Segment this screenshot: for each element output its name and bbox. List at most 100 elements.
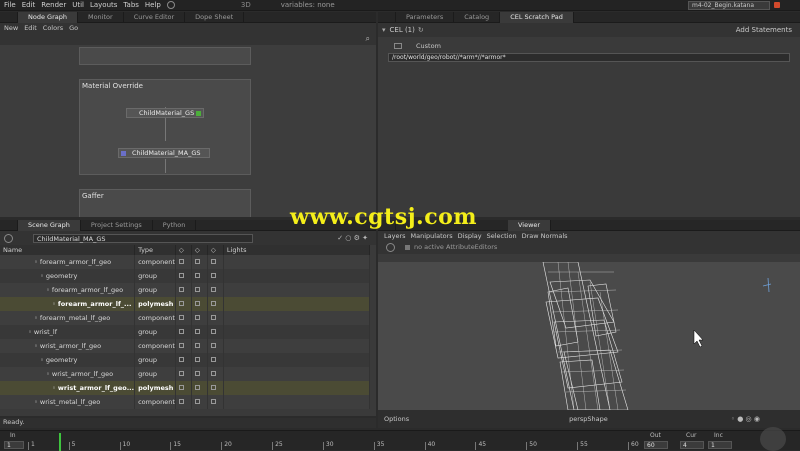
checkbox-icon[interactable] — [178, 315, 184, 320]
menu-file[interactable]: File — [4, 1, 16, 9]
add-statements-button[interactable]: Add Statements — [736, 26, 792, 34]
render-icon[interactable] — [166, 1, 175, 9]
checkbox-icon[interactable] — [178, 371, 184, 376]
ng-menu-new[interactable]: New — [4, 24, 18, 32]
record-icon[interactable] — [774, 2, 780, 8]
col-render-icon[interactable]: ◇ — [207, 245, 224, 255]
viewer-menu-selection[interactable]: Selection — [487, 232, 517, 240]
checkbox-icon[interactable] — [210, 329, 216, 334]
checkbox-icon[interactable] — [210, 371, 216, 376]
checkbox-icon[interactable] — [210, 273, 216, 278]
tab-python[interactable]: Python — [153, 220, 197, 231]
col-type[interactable]: Type — [134, 245, 176, 255]
checkbox-icon[interactable] — [194, 329, 200, 334]
checkbox-icon[interactable] — [178, 273, 184, 278]
viewer-controls-icon[interactable]: ◦ ● ◎ ◉ — [731, 415, 760, 423]
checkbox-icon[interactable] — [194, 343, 200, 348]
table-row[interactable]: ◦ forearm_armor_lf_geo component — [0, 255, 371, 269]
checkbox-icon[interactable] — [210, 301, 216, 306]
checkbox-icon[interactable] — [210, 259, 216, 264]
checkbox-icon[interactable] — [178, 343, 184, 348]
checkbox-icon[interactable] — [210, 343, 216, 348]
col-name[interactable]: Name — [0, 245, 136, 255]
node-graph-canvas[interactable]: Material Override ChildMaterial_GS Child… — [0, 45, 376, 217]
row-name-cell[interactable]: ◦ wrist_armor_lf_geo... — [0, 381, 136, 395]
timeline-ruler[interactable]: 1 5 10 15 20 25 30 35 40 45 50 55 60 — [28, 431, 640, 451]
scene-graph-node-field[interactable]: ChildMaterial_MA_GS — [33, 233, 253, 243]
tab-cel-scratch-pad[interactable]: CEL Scratch Pad — [500, 12, 574, 23]
checkbox-icon[interactable] — [194, 399, 200, 404]
menu-tabs[interactable]: Tabs — [123, 1, 139, 9]
checkbox-icon[interactable] — [210, 399, 216, 404]
viewer-options-button[interactable]: Options — [384, 415, 409, 423]
tab-catalog[interactable]: Catalog — [454, 12, 501, 23]
table-row[interactable]: ◦ wrist_lf group — [0, 325, 371, 339]
res-label[interactable]: 3D — [241, 1, 251, 9]
table-row[interactable]: ◦ forearm_metal_lf_geo component — [0, 311, 371, 325]
checkbox-icon[interactable] — [210, 385, 216, 390]
checkbox-icon[interactable] — [210, 357, 216, 362]
close-icon[interactable] — [4, 233, 13, 243]
tab-parameters[interactable]: Parameters — [396, 12, 455, 23]
close-icon[interactable] — [386, 242, 395, 252]
cel-expression-field[interactable]: /root/world/geo/robot//*arm*//*armor* — [388, 53, 790, 62]
in-field[interactable]: 1 — [4, 441, 24, 449]
ng-menu-edit[interactable]: Edit — [24, 24, 37, 32]
checkbox-icon[interactable] — [178, 399, 184, 404]
inc-field[interactable]: 1 — [708, 441, 732, 449]
row-name-cell[interactable]: ◦ wrist_armor_lf_geo — [0, 367, 136, 381]
viewer-menu-manipulators[interactable]: Manipulators — [411, 232, 453, 240]
tab-node-graph[interactable]: Node Graph — [18, 12, 78, 23]
pane-menu-icon[interactable] — [378, 12, 396, 23]
checkbox-icon[interactable] — [194, 371, 200, 376]
menu-render[interactable]: Render — [41, 1, 66, 9]
checkbox-icon[interactable] — [178, 385, 184, 390]
chevron-down-icon[interactable]: ▾ — [382, 26, 386, 34]
pin-icon[interactable] — [405, 244, 410, 250]
cur-field[interactable]: 4 — [680, 441, 704, 449]
checkbox-icon[interactable] — [194, 301, 200, 306]
col-lock-icon[interactable]: ◇ — [191, 245, 208, 255]
node-childmaterial-gs[interactable]: ChildMaterial_GS — [126, 108, 204, 118]
tab-project-settings[interactable]: Project Settings — [81, 220, 153, 231]
table-row[interactable]: ◦ wrist_armor_lf_geo component — [0, 339, 371, 353]
viewer-menu-draw-normals[interactable]: Draw Normals — [522, 232, 568, 240]
pane-menu-icon[interactable] — [0, 220, 18, 231]
checkbox-icon[interactable] — [178, 329, 184, 334]
scene-graph-tools-icon[interactable]: ✓ ○ ⚙ ✦ — [337, 234, 368, 242]
out-field[interactable]: 60 — [644, 441, 668, 449]
checkbox-icon[interactable] — [194, 315, 200, 320]
tab-dope-sheet[interactable]: Dope Sheet — [185, 12, 245, 23]
checkbox-icon[interactable] — [194, 287, 200, 292]
table-row[interactable]: ◦ forearm_armor_lf_... polymesh — [0, 297, 371, 311]
table-row[interactable]: ◦ wrist_armor_lf_geo group — [0, 367, 371, 381]
checkbox-icon[interactable] — [210, 315, 216, 320]
row-name-cell[interactable]: ◦ wrist_metal_lf_geo — [0, 395, 136, 409]
table-row[interactable]: ◦ wrist_armor_lf_geo... polymesh — [0, 381, 371, 395]
node-backdrop-upper[interactable] — [79, 47, 251, 65]
checkbox-icon[interactable] — [178, 287, 184, 292]
row-name-cell[interactable]: ◦ wrist_lf — [0, 325, 136, 339]
node-childmaterial-ma-gs[interactable]: ChildMaterial_MA_GS — [118, 148, 210, 158]
viewer-menu-layers[interactable]: Layers — [384, 232, 406, 240]
checkbox-icon[interactable] — [194, 259, 200, 264]
row-name-cell[interactable]: ◦ forearm_armor_lf_... — [0, 297, 136, 311]
tab-curve-editor[interactable]: Curve Editor — [124, 12, 186, 23]
tab-viewer[interactable]: Viewer — [508, 220, 552, 231]
checkbox-icon[interactable] — [194, 385, 200, 390]
table-row[interactable]: ◦ forearm_armor_lf_geo group — [0, 283, 371, 297]
table-row[interactable]: ◦ wrist_metal_lf_geo component — [0, 395, 371, 409]
checkbox-icon[interactable] — [178, 357, 184, 362]
menu-edit[interactable]: Edit — [22, 1, 36, 9]
refresh-icon[interactable]: ↻ — [418, 26, 424, 34]
ng-menu-go[interactable]: Go — [69, 24, 78, 32]
row-name-cell[interactable]: ◦ wrist_armor_lf_geo — [0, 339, 136, 353]
row-name-cell[interactable]: ◦ geometry — [0, 353, 136, 367]
table-row[interactable]: ◦ geometry group — [0, 269, 371, 283]
row-name-cell[interactable]: ◦ forearm_metal_lf_geo — [0, 311, 136, 325]
variables-label[interactable]: variables: none — [281, 1, 335, 9]
checkbox-icon[interactable] — [194, 357, 200, 362]
checkbox-icon[interactable] — [210, 287, 216, 292]
menu-help[interactable]: Help — [145, 1, 161, 9]
search-icon[interactable]: ⌕ — [366, 34, 370, 44]
